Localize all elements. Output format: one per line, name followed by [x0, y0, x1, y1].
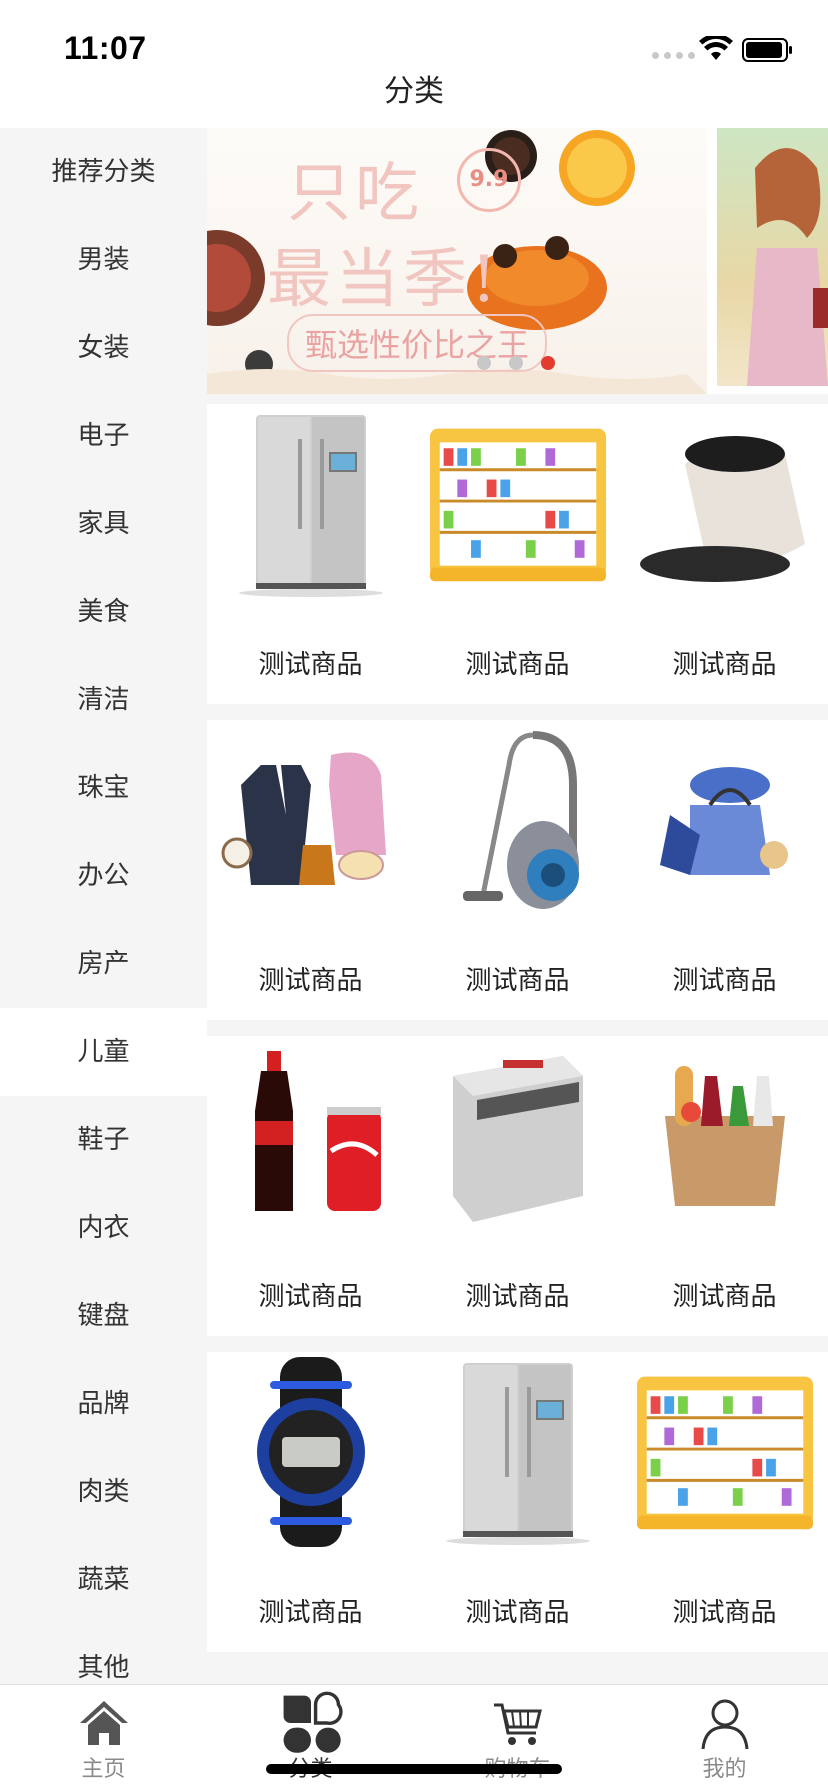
tab-bar: 主页 分类 购物车 我的 — [0, 1684, 828, 1792]
page-title: 分类 — [384, 74, 444, 109]
category-icon — [283, 1691, 343, 1753]
sidebar-item[interactable]: 房产 — [0, 920, 207, 1008]
battery-icon — [742, 38, 792, 62]
product-grid-row: 测试商品 测试商品 测试商品 — [207, 720, 828, 1020]
product-grid-row: 测试商品 测试商品 测试商品 — [207, 1036, 828, 1336]
sidebar-item[interactable]: 键盘 — [0, 1272, 207, 1360]
product-item[interactable]: 测试商品 — [414, 720, 621, 1020]
product-item[interactable]: 测试商品 — [207, 1352, 414, 1652]
tab-home[interactable]: 主页 — [0, 1685, 207, 1792]
product-item[interactable]: 测试商品 — [207, 1036, 414, 1336]
product-name: 测试商品 — [465, 650, 570, 680]
banner-girl-illustration — [747, 148, 828, 386]
sidebar-item[interactable]: 女装 — [0, 304, 207, 392]
product-name: 测试商品 — [258, 1598, 363, 1628]
category-sidebar: 推荐分类 男装 女装 电子 家具 美食 清洁 珠宝 办公 房产 儿童 鞋子 内衣 键盘 品牌 肉类 蔬菜 其他 — [0, 128, 207, 1684]
fridge-icon — [428, 1352, 608, 1552]
product-name: 测试商品 — [672, 1598, 777, 1628]
tab-cart[interactable]: 购物车 — [414, 1685, 621, 1792]
carousel-dot[interactable] — [509, 356, 523, 370]
shelf-icon — [428, 404, 608, 604]
sidebar-item[interactable]: 珠宝 — [0, 744, 207, 832]
product-item[interactable]: 测试商品 — [621, 1036, 828, 1336]
product-grid-row: 测试商品 测试商品 测试商品 — [207, 404, 828, 704]
product-item[interactable]: 测试商品 — [414, 404, 621, 704]
sidebar-item[interactable]: 办公 — [0, 832, 207, 920]
product-name: 测试商品 — [672, 1282, 777, 1312]
tab-profile[interactable]: 我的 — [621, 1685, 828, 1792]
product-name: 测试商品 — [258, 650, 363, 680]
banner-headline-1: 只吃 — [287, 157, 423, 231]
sidebar-item[interactable]: 鞋子 — [0, 1096, 207, 1184]
home-indicator — [266, 1764, 562, 1774]
category-content: 只吃 最当季! 9.9 甄选性价比之王 测试商品 测试商品 测试商品 测试商品 测试商… — [207, 128, 828, 1684]
product-name: 测试商品 — [465, 1598, 570, 1628]
cola-icon — [221, 1036, 401, 1236]
product-item[interactable]: 测试商品 — [621, 720, 828, 1020]
product-name: 测试商品 — [465, 966, 570, 996]
sidebar-item[interactable]: 电子 — [0, 392, 207, 480]
product-item[interactable]: 测试商品 — [621, 1352, 828, 1652]
product-item[interactable]: 测试商品 — [207, 404, 414, 704]
fridge-icon — [221, 404, 401, 604]
carousel-dot[interactable] — [477, 356, 491, 370]
product-name: 测试商品 — [258, 1282, 363, 1312]
cart-icon — [494, 1703, 542, 1745]
sidebar-item[interactable]: 男装 — [0, 216, 207, 304]
sidebar-item[interactable]: 品牌 — [0, 1360, 207, 1448]
sidebar-item[interactable]: 推荐分类 — [0, 128, 207, 216]
seed-sack-icon — [635, 404, 815, 604]
signal-icon — [652, 52, 695, 59]
vacuum-icon — [428, 720, 608, 920]
home-icon — [80, 1701, 128, 1745]
shelf-icon — [635, 1352, 815, 1552]
sidebar-item[interactable]: 清洁 — [0, 656, 207, 744]
status-time: 11:07 — [64, 30, 147, 66]
tab-label: 我的 — [702, 1757, 747, 1782]
sidebar-item[interactable]: 内衣 — [0, 1184, 207, 1272]
product-name: 测试商品 — [672, 966, 777, 996]
sidebar-item[interactable]: 蔬菜 — [0, 1536, 207, 1624]
banner-slide-next[interactable] — [717, 128, 828, 386]
appliance-icon — [428, 1036, 608, 1236]
clothes-icon — [221, 720, 401, 920]
product-name: 测试商品 — [258, 966, 363, 996]
user-icon — [701, 1699, 749, 1750]
watch-icon — [221, 1352, 401, 1552]
sidebar-item[interactable]: 儿童 — [0, 1008, 207, 1096]
product-item[interactable]: 测试商品 — [414, 1352, 621, 1652]
sidebar-item[interactable]: 家具 — [0, 480, 207, 568]
product-name: 测试商品 — [465, 1282, 570, 1312]
carousel-dots — [477, 356, 555, 370]
banner-badge: 9.9 — [457, 148, 521, 212]
product-item[interactable]: 测试商品 — [207, 720, 414, 1020]
banner-carousel[interactable]: 只吃 最当季! 9.9 甄选性价比之王 — [207, 128, 828, 394]
tab-category[interactable]: 分类 — [207, 1685, 414, 1792]
product-item[interactable]: 测试商品 — [414, 1036, 621, 1336]
sidebar-item[interactable]: 美食 — [0, 568, 207, 656]
sidebar-item[interactable]: 其他 — [0, 1624, 207, 1684]
product-item[interactable]: 测试商品 — [621, 404, 828, 704]
wifi-icon — [699, 36, 733, 60]
banner-headline-2: 最当季! — [267, 243, 501, 317]
tab-label: 主页 — [81, 1757, 126, 1782]
grocery-bag-icon — [635, 1036, 815, 1236]
product-name: 测试商品 — [672, 650, 777, 680]
banner-slide[interactable]: 只吃 最当季! 9.9 甄选性价比之王 — [207, 128, 707, 394]
product-grid-row: 测试商品 测试商品 测试商品 — [207, 1352, 828, 1652]
carousel-dot-active[interactable] — [541, 356, 555, 370]
sidebar-item[interactable]: 肉类 — [0, 1448, 207, 1536]
bag-hat-icon — [635, 720, 815, 920]
